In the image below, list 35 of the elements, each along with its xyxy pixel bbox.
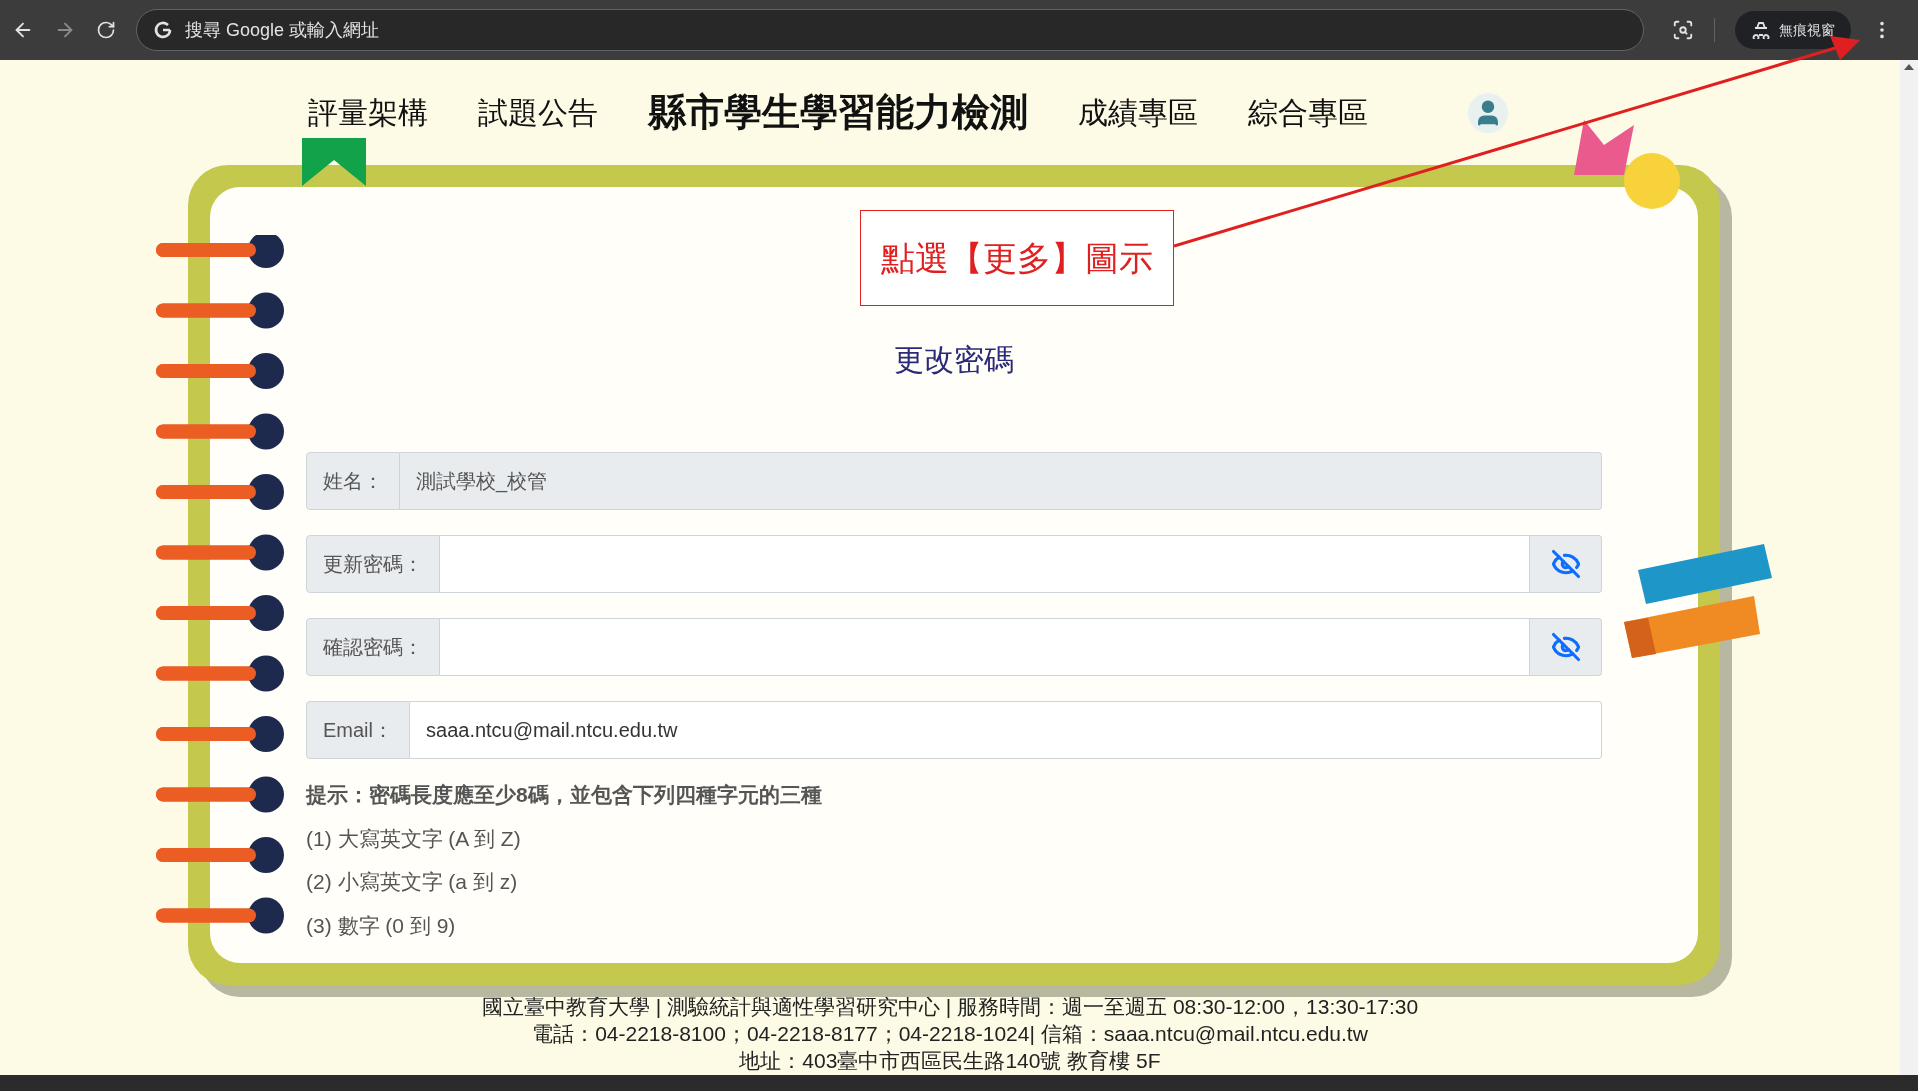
name-field[interactable]: 測試學校_校管: [400, 452, 1602, 510]
field-label: 確認密碼：: [306, 618, 440, 676]
field-label: 姓名：: [306, 452, 400, 510]
password-field[interactable]: [440, 535, 1530, 593]
field-label: Email：: [306, 701, 410, 759]
password-hint: 提示：密碼長度應至少8碼，並包含下列四種字元的三種: [306, 782, 823, 808]
incognito-label: 無痕視窗: [1779, 20, 1835, 40]
eye-off-icon: [1550, 632, 1581, 662]
site-title: 縣市學生學習能力檢測: [648, 90, 1028, 135]
annotation-text: 點選【更多】圖示: [881, 237, 1153, 279]
footer-text: 國立臺中教育大學 | 測驗統計與適性學習研究中心 | 服務時間：週一至週五 08:30-12:00，13:30-17:30: [481, 994, 1419, 1020]
password-hint: (1) 大寫英文字 (A 到 Z): [306, 825, 522, 852]
incognito-badge[interactable]: 無痕視窗: [1735, 11, 1851, 49]
nav-link[interactable]: 成績專區: [1078, 90, 1198, 135]
password-hint: (3) 數字 (0 到 9): [306, 912, 457, 939]
toggle-visibility-button[interactable]: [1530, 618, 1602, 676]
address-input[interactable]: 搜尋 Google 或輸入網址: [185, 16, 1627, 44]
email-field[interactable]: saaa.ntcu@mail.ntcu.edu.tw: [410, 701, 1602, 759]
password-hint: (2) 小寫英文字 (a 到 z): [306, 869, 519, 895]
form-title: 更改密碼: [893, 342, 1015, 378]
address-bar[interactable]: 搜尋 Google 或輸入網址: [136, 9, 1644, 51]
toggle-visibility-button[interactable]: [1530, 535, 1602, 593]
footer-text: 地址：403臺中市西區民生路140號 教育樓 5F: [739, 1048, 1161, 1074]
nav-link[interactable]: 綜合專區: [1248, 90, 1368, 135]
password-field[interactable]: [440, 618, 1530, 676]
field-label: 更新密碼：: [306, 535, 440, 593]
lens-icon[interactable]: [1672, 19, 1694, 41]
nav-link[interactable]: 試題公告: [478, 90, 598, 135]
incognito-icon: [1751, 21, 1771, 39]
nav-link[interactable]: 評量架構: [308, 90, 428, 135]
user-avatar-icon[interactable]: [1468, 92, 1508, 133]
footer-text: 電話：04-2218-8100；04-2218-8177；04-2218-1024| 信箱：saaa.ntcu@mail.ntcu.edu.tw: [532, 1021, 1368, 1047]
g-logo-icon: [153, 20, 173, 40]
eye-off-icon: [1550, 549, 1581, 579]
reload-icon[interactable]: [96, 20, 116, 40]
